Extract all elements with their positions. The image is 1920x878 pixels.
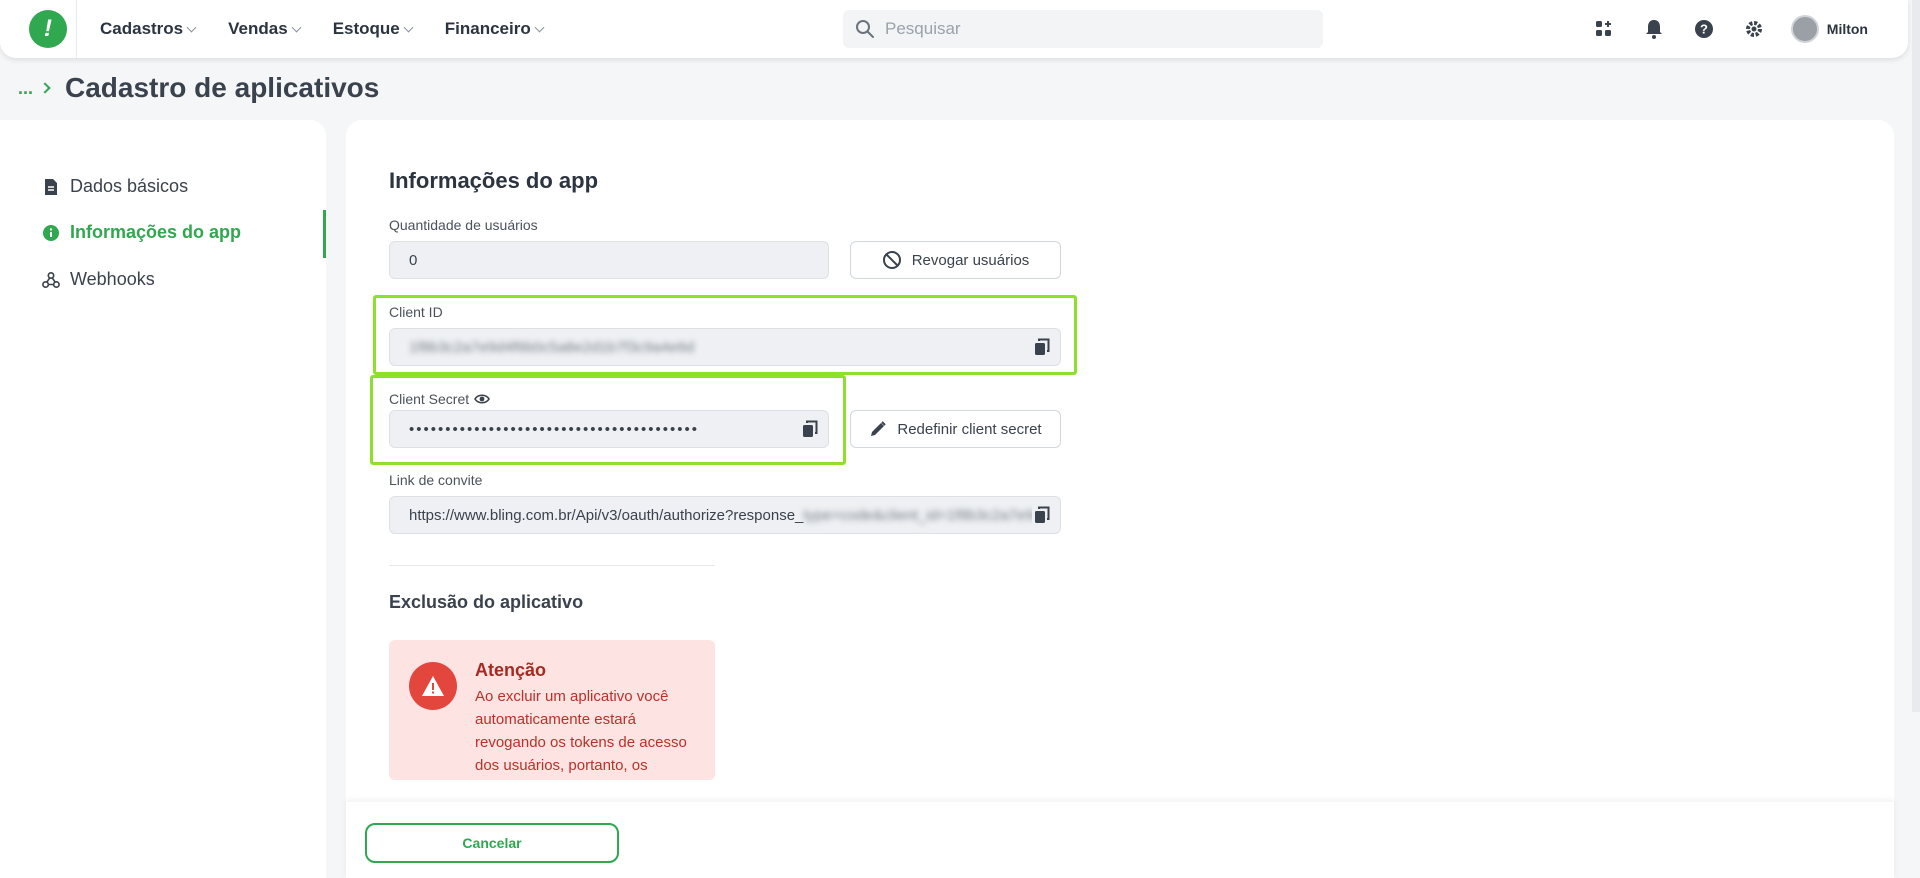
alert-text: Ao excluir um aplicativo você automatica…: [475, 688, 687, 774]
nav-label: Estoque: [332, 19, 400, 38]
sidebar-item-label: Dados básicos: [70, 176, 189, 196]
warning-icon: [409, 662, 457, 710]
alert-title: Atenção: [475, 660, 547, 680]
main-content: Informações do app Quantidade de usuário…: [346, 120, 1894, 878]
users-field[interactable]: [389, 241, 829, 279]
invite-link-value: https://www.bling.com.br/Api/v3/oauth/au…: [409, 506, 804, 524]
reset-secret-button[interactable]: Redefinir client secret: [850, 410, 1061, 448]
breadcrumb: ... Cadastro de aplicativos: [18, 72, 379, 104]
invite-link-label: Link de convite: [389, 472, 483, 488]
active-indicator: [323, 210, 326, 258]
invite-link-blurred: type=code&client_id=1f8b3c2a7e9d: [803, 506, 1042, 524]
help-icon[interactable]: ?: [1691, 16, 1717, 42]
revoke-users-label: Revogar usuários: [911, 251, 1030, 269]
cancel-button[interactable]: Cancelar: [365, 823, 619, 863]
page-scrollbar[interactable]: [1912, 0, 1920, 712]
nav-label: Vendas: [228, 19, 288, 38]
client-secret-highlight: [370, 375, 846, 465]
chevron-down-icon: [291, 22, 302, 32]
delete-section-title: Exclusão do aplicativo: [389, 592, 584, 612]
chevron-right-icon: [39, 82, 51, 94]
avatar[interactable]: [1790, 15, 1819, 43]
nav-estoque[interactable]: Estoque: [332, 19, 414, 39]
block-icon: [882, 250, 902, 270]
top-actions: ? Milton: [1567, 0, 1868, 58]
top-navbar: ! Cadastros Vendas Estoque Financeiro ? …: [0, 0, 1908, 58]
section-title: Informações do app: [389, 168, 599, 193]
sidebar: Dados básicos Informações do app Webhook…: [0, 120, 326, 878]
invite-link-field[interactable]: https://www.bling.com.br/Api/v3/oauth/au…: [389, 496, 1061, 534]
nav-financeiro[interactable]: Financeiro: [444, 19, 545, 39]
search-icon: [856, 20, 874, 38]
user-name[interactable]: Milton: [1827, 21, 1868, 37]
main-nav: Cadastros Vendas Estoque Financeiro: [100, 19, 576, 39]
users-input[interactable]: [409, 251, 828, 269]
info-icon: [42, 224, 60, 242]
copy-icon[interactable]: [1032, 505, 1052, 525]
revoke-users-button[interactable]: Revogar usuários: [850, 241, 1061, 279]
gear-icon[interactable]: [1741, 16, 1767, 42]
sidebar-item-dados-basicos[interactable]: Dados básicos: [42, 176, 188, 197]
sidebar-item-webhooks[interactable]: Webhooks: [42, 269, 155, 290]
breadcrumb-ellipsis[interactable]: ...: [18, 78, 33, 99]
apps-icon[interactable]: [1591, 16, 1617, 42]
chevron-down-icon: [534, 22, 545, 32]
divider: [389, 565, 715, 566]
search-input[interactable]: [885, 19, 1285, 39]
nav-cadastros[interactable]: Cadastros: [100, 19, 197, 39]
sidebar-item-label: Webhooks: [70, 269, 155, 289]
file-icon: [42, 178, 60, 196]
nav-label: Financeiro: [444, 19, 531, 38]
footer-bar: Cancelar: [346, 802, 1894, 878]
search-bar[interactable]: [843, 10, 1323, 48]
users-label: Quantidade de usuários: [389, 217, 538, 233]
reset-secret-label: Redefinir client secret: [897, 420, 1042, 438]
bell-icon[interactable]: [1641, 16, 1667, 42]
client-id-highlight: [373, 295, 1077, 375]
svg-text:?: ?: [1700, 22, 1708, 37]
bling-logo[interactable]: !: [29, 10, 67, 48]
webhook-icon: [42, 271, 60, 289]
nav-label: Cadastros: [100, 19, 184, 38]
chevron-down-icon: [403, 22, 414, 32]
sidebar-item-informacoes-app[interactable]: Informações do app: [42, 222, 241, 243]
warning-alert: Atenção Ao excluir um aplicativo você au…: [389, 640, 715, 780]
page-title: Cadastro de aplicativos: [65, 72, 380, 103]
logo-separator: [76, 0, 77, 58]
chevron-down-icon: [186, 22, 197, 32]
nav-vendas[interactable]: Vendas: [228, 19, 302, 39]
sidebar-item-label: Informações do app: [70, 222, 242, 242]
pencil-icon: [869, 420, 887, 438]
logo-glyph: !: [44, 15, 52, 42]
